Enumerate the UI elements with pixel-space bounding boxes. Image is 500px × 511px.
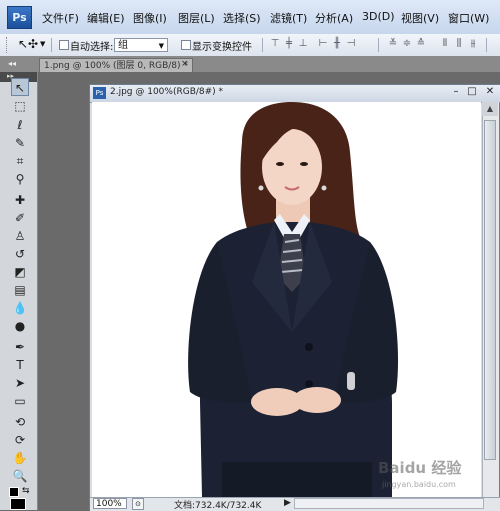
- document-info: 文档:732.4K/732.4K: [174, 501, 262, 511]
- quick-select-tool-icon[interactable]: ✎: [11, 134, 29, 152]
- close-icon[interactable]: ✕: [484, 86, 496, 98]
- show-transform-label: 显示变换控件: [192, 42, 252, 53]
- menu-image[interactable]: 图像(I): [133, 10, 167, 26]
- photoshop-doc-icon: Ps: [93, 87, 106, 99]
- tab-document-1[interactable]: 1.png @ 100% (图层 0, RGB/8) *: [39, 58, 193, 72]
- align-left-icon[interactable]: ⊢: [318, 39, 328, 49]
- pen-tool-icon[interactable]: ✒: [11, 338, 29, 356]
- menu-window[interactable]: 窗口(W): [448, 10, 489, 26]
- distribute-bottom-icon[interactable]: ≙: [416, 39, 426, 49]
- status-expand-icon[interactable]: ▶: [284, 498, 291, 508]
- menu-analysis[interactable]: 分析(A): [315, 10, 353, 26]
- menu-3d[interactable]: 3D(D): [362, 10, 395, 23]
- horizontal-scrollbar[interactable]: [294, 498, 484, 509]
- dodge-tool-icon[interactable]: ●: [11, 317, 29, 335]
- scroll-up-icon[interactable]: ▲: [482, 102, 498, 116]
- align-hcenter-icon[interactable]: ╫: [332, 39, 342, 49]
- gradient-tool-icon[interactable]: ▤: [11, 281, 29, 299]
- menu-file[interactable]: 文件(F): [42, 10, 79, 26]
- brush-tool-icon[interactable]: ✐: [11, 209, 29, 227]
- divider: [486, 38, 487, 52]
- align-top-icon[interactable]: ⊤: [270, 39, 280, 49]
- minimize-icon[interactable]: –: [450, 86, 462, 98]
- options-grip[interactable]: [6, 37, 9, 53]
- photoshop-logo: Ps: [7, 6, 32, 29]
- align-right-icon[interactable]: ⊣: [346, 39, 356, 49]
- distribute-right-icon[interactable]: ⫵: [468, 39, 478, 49]
- distribute-top-icon[interactable]: ≚: [388, 39, 398, 49]
- menu-select[interactable]: 选择(S): [223, 10, 261, 26]
- collapse-arrows-icon[interactable]: ◂◂: [8, 59, 16, 68]
- menu-filter[interactable]: 滤镜(T): [270, 10, 307, 26]
- menu-edit[interactable]: 编辑(E): [87, 10, 125, 26]
- foreground-color-swatch[interactable]: [10, 498, 26, 510]
- divider: [51, 38, 52, 52]
- distribute-hcenter-icon[interactable]: ⫼: [454, 39, 464, 49]
- move-tool-preset-icon[interactable]: ↖✣: [18, 37, 38, 51]
- clone-stamp-tool-icon[interactable]: ♙: [11, 227, 29, 245]
- type-tool-icon[interactable]: T: [11, 356, 29, 374]
- distribute-left-icon[interactable]: ⫴: [440, 39, 450, 49]
- zoom-level-field[interactable]: 100%: [93, 498, 127, 509]
- show-transform-checkbox[interactable]: [181, 40, 191, 50]
- lasso-tool-icon[interactable]: ℓ: [11, 116, 29, 134]
- vertical-scroll-thumb[interactable]: [484, 120, 496, 460]
- distribute-vcenter-icon[interactable]: ≑: [402, 39, 412, 49]
- move-tool-icon[interactable]: ↖: [11, 78, 29, 96]
- blur-tool-icon[interactable]: 💧: [11, 299, 29, 317]
- divider: [378, 38, 379, 52]
- shape-tool-icon[interactable]: ▭: [11, 392, 29, 410]
- auto-select-value: 组: [118, 40, 128, 51]
- crop-tool-icon[interactable]: ⌗: [11, 152, 29, 170]
- zoom-tool-icon[interactable]: 🔍: [11, 467, 29, 485]
- marquee-tool-icon[interactable]: ⬚: [11, 97, 29, 115]
- image-canvas[interactable]: [92, 102, 481, 497]
- eraser-tool-icon[interactable]: ◩: [11, 263, 29, 281]
- woman-in-suit-photo: [188, 102, 399, 497]
- default-colors-icon[interactable]: [9, 487, 19, 497]
- watermark-url: jingyan.baidu.com: [382, 480, 456, 489]
- auto-select-checkbox[interactable]: [59, 40, 69, 50]
- history-brush-tool-icon[interactable]: ↺: [11, 245, 29, 263]
- path-select-tool-icon[interactable]: ➤: [11, 374, 29, 392]
- maximize-icon[interactable]: □: [466, 86, 478, 98]
- tab-document-1-label: 1.png @ 100% (图层 0, RGB/8) *: [44, 61, 188, 71]
- document-title: 2.jpg @ 100%(RGB/8#) *: [110, 87, 224, 97]
- divider: [262, 38, 263, 52]
- close-icon[interactable]: ×: [181, 59, 189, 69]
- align-bottom-icon[interactable]: ⊥: [298, 39, 308, 49]
- eyedropper-tool-icon[interactable]: ⚲: [11, 170, 29, 188]
- 3d-rotate-tool-icon[interactable]: ⟲: [11, 413, 29, 431]
- auto-select-dropdown[interactable]: 组 ▼: [114, 38, 168, 52]
- chevron-down-icon: ▼: [158, 42, 164, 50]
- status-menu-icon[interactable]: ⊙: [132, 498, 144, 510]
- align-vcenter-icon[interactable]: ╪: [284, 39, 294, 49]
- menu-layer[interactable]: 图层(L): [178, 10, 215, 26]
- swap-colors-icon[interactable]: ⇆: [22, 486, 30, 496]
- 3d-orbit-tool-icon[interactable]: ⟳: [11, 431, 29, 449]
- hand-tool-icon[interactable]: ✋: [11, 449, 29, 467]
- auto-select-label: 自动选择:: [70, 42, 114, 53]
- menu-view[interactable]: 视图(V): [401, 10, 439, 26]
- healing-brush-tool-icon[interactable]: ✚: [11, 191, 29, 209]
- watermark: Baidu 经验: [378, 459, 462, 477]
- chevron-down-icon[interactable]: ▼: [40, 40, 45, 48]
